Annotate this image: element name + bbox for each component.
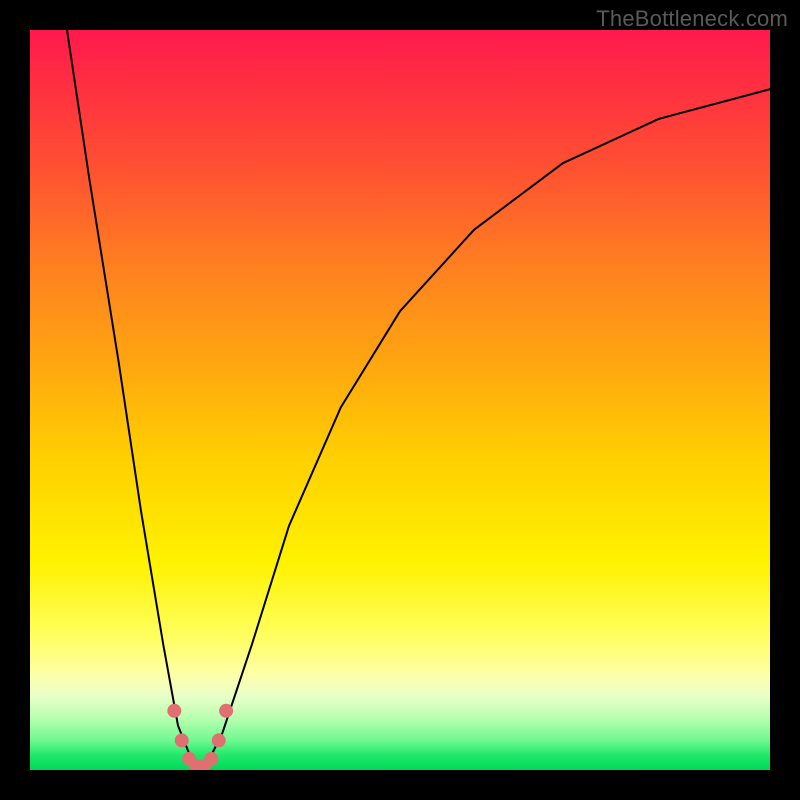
chart-frame: TheBottleneck.com bbox=[0, 0, 800, 800]
marker-dot bbox=[219, 704, 233, 718]
plot-area bbox=[30, 30, 770, 770]
marker-dot bbox=[212, 733, 226, 747]
highlight-markers bbox=[167, 704, 233, 770]
curve-path bbox=[67, 30, 770, 770]
marker-dot bbox=[175, 733, 189, 747]
bottleneck-curve bbox=[67, 30, 770, 770]
marker-dot bbox=[167, 704, 181, 718]
watermark-text: TheBottleneck.com bbox=[596, 6, 788, 32]
chart-svg bbox=[30, 30, 770, 770]
marker-dot bbox=[204, 752, 218, 766]
